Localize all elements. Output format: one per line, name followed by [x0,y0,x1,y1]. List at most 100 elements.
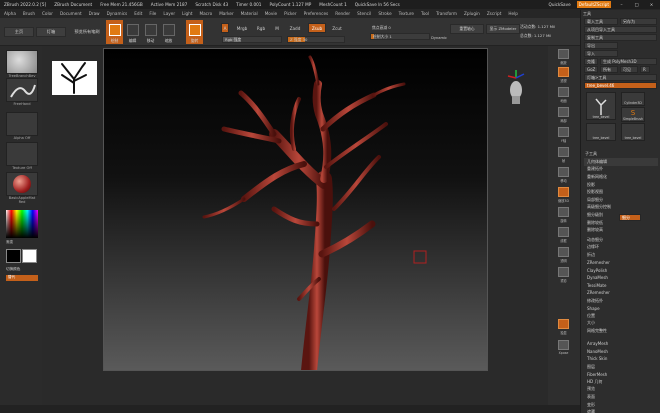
maximize-icon[interactable]: □ [632,1,641,8]
ghost-button[interactable]: 重影 [554,266,573,283]
menu-item[interactable]: Document [60,11,82,16]
menu-item[interactable]: Brush [23,11,35,16]
menu-item[interactable]: Tool [421,11,429,16]
list-item[interactable]: 投影视图 [584,188,658,196]
dynamic-button[interactable]: Dynamic [431,33,447,43]
alpha-thumbnail[interactable]: Alpha Off [6,112,38,140]
list-item[interactable]: Thick Skin [584,355,658,363]
list-item[interactable]: FiberMesh [584,370,658,378]
tool-header[interactable]: 工具 [583,10,591,17]
list-item[interactable]: NanoMesh [584,348,658,356]
zsub-button[interactable]: Zsub [308,23,326,33]
menu-item[interactable]: File [149,11,156,16]
list-item[interactable]: 几何体编辑 [584,158,658,166]
list-item[interactable]: 修改拓扑 [584,297,658,305]
menu-item[interactable]: Macro [200,11,213,16]
list-item[interactable]: 重建拓扑 [584,166,658,174]
menu-item[interactable]: Light [182,11,192,16]
list-item[interactable]: 位置 [584,312,658,320]
list-item[interactable]: 大小 [584,320,658,328]
reset-pivot-button[interactable]: 重置轴心 [450,24,484,34]
a-button[interactable]: A [221,23,229,33]
scale-button[interactable]: 缩放 [160,20,177,44]
visible-button[interactable]: 可见 [620,66,638,73]
menu-item[interactable]: Dynamics [107,11,128,16]
r-button[interactable]: R [640,66,650,73]
move-button[interactable]: 移动 [142,20,159,44]
list-item[interactable]: 图层 [584,363,658,371]
m-button[interactable]: M [272,23,282,33]
color-picker[interactable] [6,210,38,238]
goz-button[interactable]: GoZ [584,66,598,73]
clone-button[interactable]: 克隆 [584,58,598,65]
preview-brushes-button[interactable]: 预览所有笔刷 [70,27,104,37]
switch-color-label[interactable]: 切换颜色 [6,267,20,272]
frame-button[interactable]: 帧 [554,146,573,163]
alternate-button[interactable]: 替代 [6,275,38,281]
home-button[interactable]: 主页 [4,27,34,37]
zcut-button[interactable]: Zcut [328,23,346,33]
tool-thumb[interactable]: S SimpleBrush [621,107,645,122]
export-button[interactable]: 导出 [584,42,618,49]
main-color-swatch[interactable] [6,249,21,263]
move-3d-button[interactable]: 移动 [554,166,573,183]
minimize-icon[interactable]: – [617,1,626,8]
list-item[interactable]: 表面 [584,393,658,401]
quicksave-button[interactable]: QuickSave [549,2,571,7]
list-item[interactable]: ZRemesher [584,289,658,297]
rgb-intensity-slider[interactable]: Rgb 强度 [222,36,282,43]
stroke-thumbnail[interactable]: FreeHand [6,78,38,106]
menu-item[interactable]: Preferences [304,11,329,16]
list-item[interactable]: 投影 [584,181,658,189]
list-item[interactable]: ClayPolish [584,266,658,274]
tool-thumb[interactable]: tree_bevel [621,123,645,141]
zoom-button[interactable]: 缩放 [554,48,573,65]
menu-item[interactable]: Stencil [357,11,371,16]
menu-item[interactable]: Stroke [378,11,391,16]
list-item[interactable]: 动态细分 [584,236,658,244]
menu-item[interactable]: Material [241,11,258,16]
make-polymesh-button[interactable]: 生成 PolyMesh3D [600,58,657,65]
menu-item[interactable]: Layer [163,11,175,16]
list-item[interactable]: ZRemesher [584,259,658,267]
divide-button[interactable]: 细分 [619,214,641,221]
list-item[interactable]: 折边 [584,251,658,259]
menu-item[interactable]: Alpha [4,11,16,16]
menu-item[interactable]: Zscript [487,11,502,16]
menu-item[interactable]: Texture [399,11,414,16]
list-item[interactable]: 删除较高 [584,226,658,234]
list-item[interactable]: 局部细分 [584,196,658,204]
import-from-project-button[interactable]: 从项目导入工具 [584,26,657,33]
default-zscript-button[interactable]: DefaultZScript [576,1,611,8]
transp-button[interactable]: 透明 [554,246,573,263]
local-button[interactable]: 局部 [554,106,573,123]
y-axis-button[interactable]: Y轴 [554,126,573,143]
z-intensity-slider[interactable]: Z 强度 30 [287,36,345,43]
rotate-button[interactable]: 旋转 [186,20,203,44]
menu-item[interactable]: Movie [265,11,277,16]
current-tool-slider[interactable]: tree_bevel.46 [584,82,657,89]
brush-thumbnail[interactable]: TreeBranchBev [6,50,38,78]
lightbox-tools-button[interactable]: 灯箱>工具 [584,74,657,81]
list-item[interactable]: DynaMesh [584,274,658,282]
draw-button[interactable]: 绘制 [106,20,123,44]
solo-button[interactable]: 独显 [554,318,573,335]
tool-thumb[interactable]: Cylinder3D [621,92,645,106]
zmodeler-button[interactable]: 显示 ZModeler [486,24,520,34]
zadd-button[interactable]: Zadd [286,23,304,33]
document-canvas[interactable] [103,48,488,371]
polyframe-button[interactable]: 线框 [554,226,573,243]
tool-thumb[interactable]: tree_bevel [586,92,616,120]
list-item[interactable]: 重新网格化 [584,173,658,181]
copy-tool-button[interactable]: 复制工具 [584,34,657,41]
texture-thumbnail[interactable]: Texture Off [6,142,38,170]
menu-item[interactable]: Render [335,11,350,16]
secondary-color-swatch[interactable] [22,249,37,263]
import-button[interactable]: 导入 [584,50,618,57]
focal-shift-slider[interactable]: 焦点衰减 0 [370,24,430,31]
menu-item[interactable]: Transform [436,11,457,16]
menu-item[interactable]: Zplugin [464,11,480,16]
list-item[interactable]: 边缘环 [584,244,658,252]
menu-item[interactable]: Help [508,11,518,16]
material-thumbnail[interactable]: BasicAppleMat Red [6,172,38,204]
